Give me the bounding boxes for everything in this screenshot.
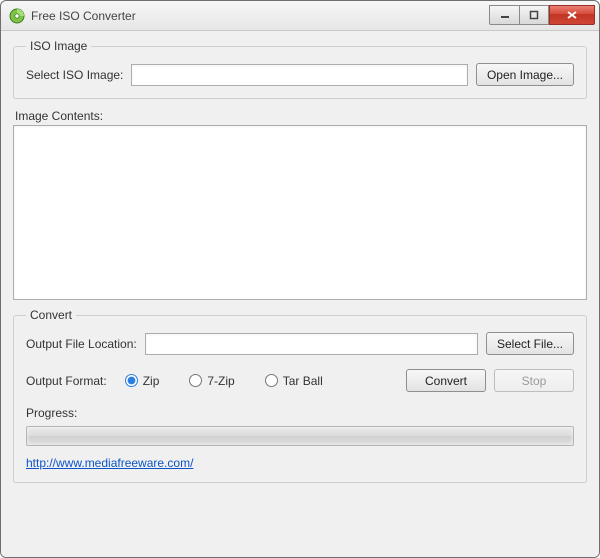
image-contents-list[interactable] bbox=[13, 125, 587, 300]
window-title: Free ISO Converter bbox=[31, 9, 136, 23]
image-contents-label: Image Contents: bbox=[15, 109, 587, 123]
select-file-button[interactable]: Select File... bbox=[486, 332, 574, 355]
client-area: ISO Image Select ISO Image: Open Image..… bbox=[1, 31, 599, 557]
output-format-radios: Zip 7-Zip Tar Ball bbox=[125, 374, 323, 388]
close-button[interactable] bbox=[549, 5, 595, 25]
progress-bar bbox=[26, 426, 574, 446]
output-location-label: Output File Location: bbox=[26, 337, 137, 351]
format-tarball-radio[interactable] bbox=[265, 374, 278, 387]
iso-image-group: ISO Image Select ISO Image: Open Image..… bbox=[13, 39, 587, 99]
convert-button[interactable]: Convert bbox=[406, 369, 486, 392]
maximize-button[interactable] bbox=[519, 5, 549, 25]
progress-label: Progress: bbox=[26, 406, 574, 420]
titlebar: Free ISO Converter bbox=[1, 1, 599, 31]
output-format-label: Output Format: bbox=[26, 374, 107, 388]
convert-group: Convert Output File Location: Select Fil… bbox=[13, 308, 587, 483]
select-iso-label: Select ISO Image: bbox=[26, 68, 123, 82]
close-icon bbox=[566, 10, 578, 20]
format-tarball-label: Tar Ball bbox=[283, 374, 323, 388]
stop-button[interactable]: Stop bbox=[494, 369, 574, 392]
format-7zip[interactable]: 7-Zip bbox=[189, 374, 234, 388]
minimize-button[interactable] bbox=[489, 5, 519, 25]
open-image-button[interactable]: Open Image... bbox=[476, 63, 574, 86]
minimize-icon bbox=[500, 10, 510, 20]
vendor-link[interactable]: http://www.mediafreeware.com/ bbox=[26, 456, 193, 470]
output-location-input[interactable] bbox=[145, 333, 478, 355]
app-icon bbox=[9, 8, 25, 24]
format-zip-label: Zip bbox=[143, 374, 160, 388]
format-7zip-label: 7-Zip bbox=[207, 374, 234, 388]
convert-legend: Convert bbox=[26, 308, 76, 322]
format-zip-radio[interactable] bbox=[125, 374, 138, 387]
format-tarball[interactable]: Tar Ball bbox=[265, 374, 323, 388]
format-zip[interactable]: Zip bbox=[125, 374, 160, 388]
app-window: Free ISO Converter ISO Image Select ISO … bbox=[0, 0, 600, 558]
format-7zip-radio[interactable] bbox=[189, 374, 202, 387]
iso-legend: ISO Image bbox=[26, 39, 91, 53]
image-contents-section: Image Contents: bbox=[13, 107, 587, 300]
iso-path-input[interactable] bbox=[131, 64, 468, 86]
window-controls bbox=[489, 6, 595, 25]
maximize-icon bbox=[529, 10, 539, 20]
